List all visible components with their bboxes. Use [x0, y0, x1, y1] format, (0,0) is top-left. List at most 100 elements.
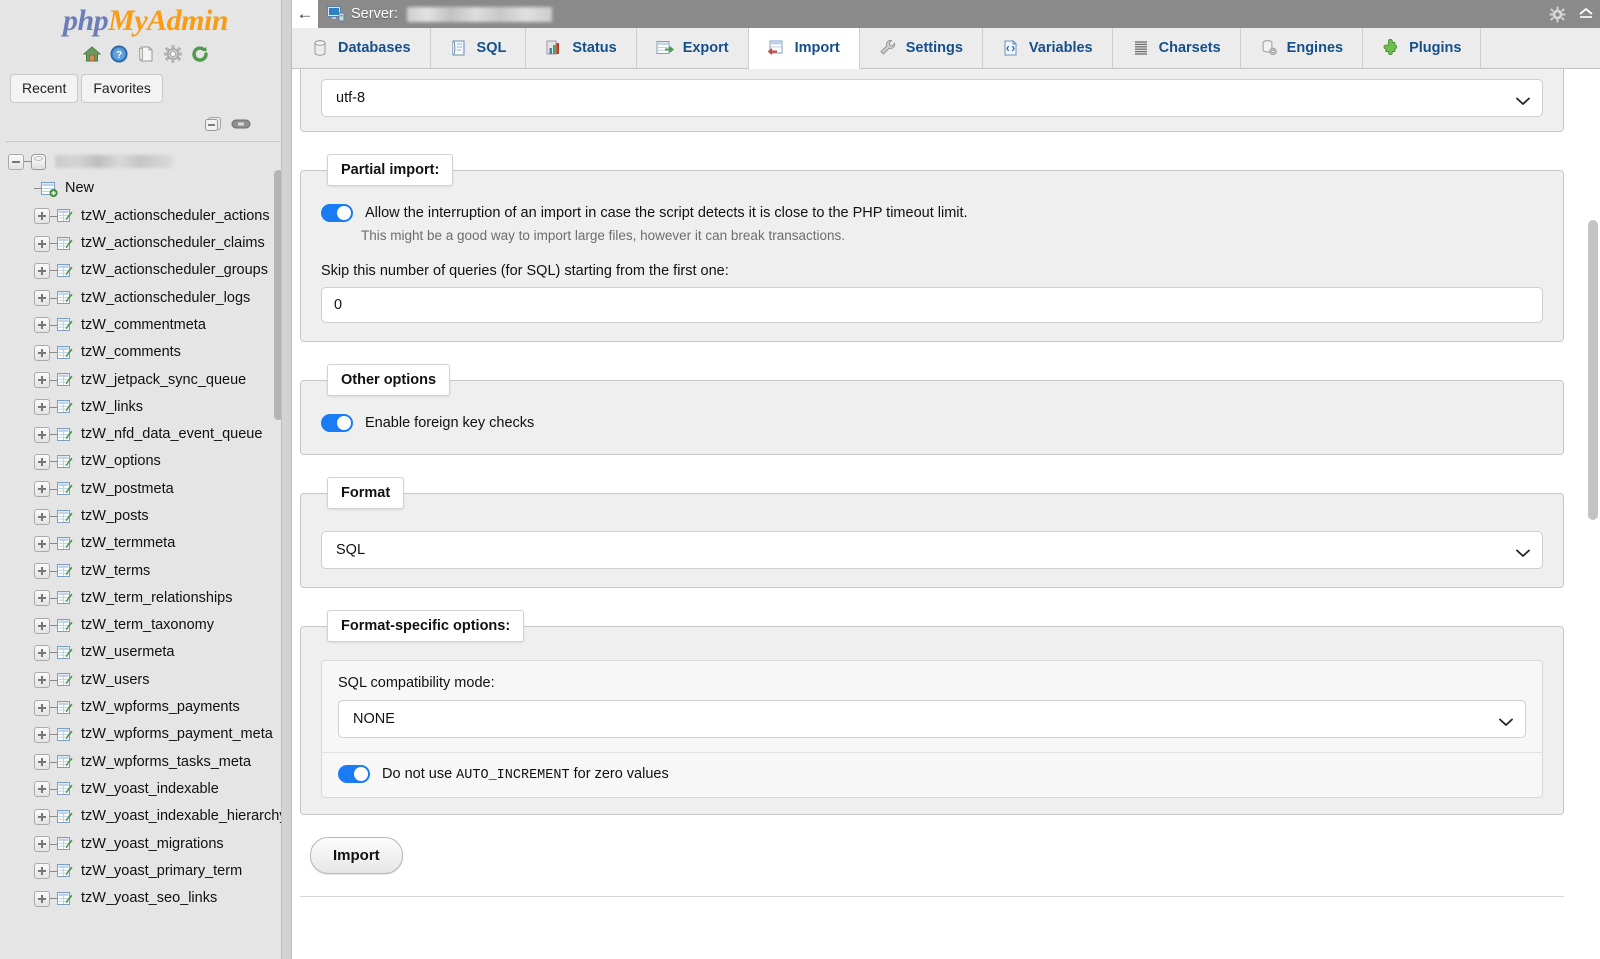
tree-row-table[interactable]: tzW_actionscheduler_actions [8, 203, 291, 230]
refresh-icon[interactable] [191, 45, 209, 63]
settings-gear-icon[interactable] [1549, 6, 1566, 23]
tree-label-table[interactable]: tzW_commentmeta [81, 317, 206, 334]
expand-table-toggle[interactable] [34, 208, 50, 225]
tree-label-table[interactable]: tzW_actionscheduler_logs [81, 290, 250, 307]
skip-queries-input[interactable]: 0 [321, 287, 1543, 323]
tab-databases[interactable]: Databases [292, 28, 431, 68]
expand-table-toggle[interactable] [34, 453, 50, 470]
tree-row-table[interactable]: tzW_links [8, 394, 291, 421]
tree-row-table[interactable]: tzW_nfd_data_event_queue [8, 421, 291, 448]
tree-label-table[interactable]: tzW_wpforms_payments [81, 699, 240, 716]
help-icon[interactable]: ? [110, 45, 128, 63]
tree-label-table[interactable]: tzW_nfd_data_event_queue [81, 426, 262, 443]
tree-row-table[interactable]: tzW_yoast_indexable [8, 776, 291, 803]
back-button[interactable]: ← [292, 0, 318, 28]
expand-table-toggle[interactable] [34, 426, 50, 443]
tree-label-table[interactable]: tzW_jetpack_sync_queue [81, 372, 246, 389]
expand-table-toggle[interactable] [34, 399, 50, 416]
tree-row-table[interactable]: tzW_yoast_primary_term [8, 858, 291, 885]
tree-label-table[interactable]: tzW_postmeta [81, 481, 174, 498]
tree-label-new[interactable]: New [65, 180, 94, 197]
home-icon[interactable] [82, 45, 101, 63]
allow-interruption-toggle[interactable] [321, 204, 353, 222]
expand-table-toggle[interactable] [34, 481, 50, 498]
tree-row-table[interactable]: tzW_actionscheduler_groups [8, 257, 291, 284]
tree-label-table[interactable]: tzW_yoast_migrations [81, 836, 224, 853]
expand-table-toggle[interactable] [34, 563, 50, 580]
expand-table-toggle[interactable] [34, 781, 50, 798]
tree-row-table[interactable]: tzW_postmeta [8, 476, 291, 503]
tree-row-table[interactable]: tzW_term_relationships [8, 585, 291, 612]
tree-row-table[interactable]: tzW_wpforms_payment_meta [8, 721, 291, 748]
expand-table-toggle[interactable] [34, 317, 50, 334]
main-scrollbar-thumb[interactable] [1588, 220, 1598, 520]
tab-engines[interactable]: Engines [1240, 28, 1364, 68]
expand-table-toggle[interactable] [34, 754, 50, 771]
phpmyadmin-logo[interactable]: phpMyAdmin [0, 0, 291, 40]
tab-import[interactable]: Import [748, 28, 860, 69]
expand-table-toggle[interactable] [34, 290, 50, 307]
link-with-main-panel-icon[interactable] [231, 117, 251, 134]
tree-row-table[interactable]: tzW_jetpack_sync_queue [8, 366, 291, 393]
tree-label-table[interactable]: tzW_term_relationships [81, 590, 233, 607]
tree-row-new[interactable]: New [8, 175, 291, 202]
tree-label-table[interactable]: tzW_terms [81, 563, 150, 580]
import-button[interactable]: Import [310, 837, 403, 874]
expand-table-toggle[interactable] [34, 590, 50, 607]
tab-export[interactable]: Export [636, 28, 749, 68]
tree-label-table[interactable]: tzW_actionscheduler_actions [81, 208, 270, 225]
expand-table-toggle[interactable] [34, 699, 50, 716]
main-scrollbar[interactable] [1588, 70, 1598, 957]
tree-row-table[interactable]: tzW_comments [8, 339, 291, 366]
tab-sql[interactable]: SQL [430, 28, 527, 68]
sql-compatibility-select[interactable]: NONE [338, 700, 1526, 738]
tree-label-table[interactable]: tzW_wpforms_tasks_meta [81, 754, 251, 771]
tab-charsets[interactable]: Charsets [1112, 28, 1241, 68]
tree-row-table[interactable]: tzW_yoast_seo_links [8, 885, 291, 912]
tree-row-table[interactable]: tzW_term_taxonomy [8, 612, 291, 639]
expand-table-toggle[interactable] [34, 890, 50, 907]
tree-row-table[interactable]: tzW_users [8, 667, 291, 694]
tree-row-table[interactable]: tzW_wpforms_tasks_meta [8, 749, 291, 776]
expand-table-toggle[interactable] [34, 617, 50, 634]
tree-label-table[interactable]: tzW_yoast_primary_term [81, 863, 242, 880]
expand-table-toggle[interactable] [34, 644, 50, 661]
tree-label-table[interactable]: tzW_options [81, 453, 161, 470]
tree-label-table[interactable]: tzW_yoast_indexable_hierarchy [81, 808, 287, 825]
expand-table-toggle[interactable] [34, 235, 50, 252]
expand-table-toggle[interactable] [34, 726, 50, 743]
tab-settings[interactable]: Settings [859, 28, 983, 68]
tree-label-table[interactable]: tzW_actionscheduler_claims [81, 235, 265, 252]
collapse-all-icon[interactable] [204, 115, 223, 136]
tree-label-table[interactable]: tzW_users [81, 672, 150, 689]
tree-row-table[interactable]: tzW_wpforms_payments [8, 694, 291, 721]
tree-row-database[interactable] [8, 148, 291, 175]
tab-recent[interactable]: Recent [10, 74, 79, 103]
tree-row-table[interactable]: tzW_commentmeta [8, 312, 291, 339]
documentation-icon[interactable] [137, 45, 155, 63]
tab-variables[interactable]: Variables [982, 28, 1113, 68]
tree-label-table[interactable]: tzW_links [81, 399, 143, 416]
expand-table-toggle[interactable] [34, 863, 50, 880]
auto-increment-toggle[interactable] [338, 765, 370, 783]
tree-label-table[interactable]: tzW_usermeta [81, 644, 174, 661]
expand-table-toggle[interactable] [34, 672, 50, 689]
tree-row-table[interactable]: tzW_posts [8, 503, 291, 530]
tree-label-table[interactable]: tzW_term_taxonomy [81, 617, 214, 634]
settings-gear-icon[interactable] [163, 45, 182, 63]
collapse-database-toggle[interactable] [8, 153, 24, 170]
tree-row-table[interactable]: tzW_termmeta [8, 530, 291, 557]
tree-row-table[interactable]: tzW_actionscheduler_claims [8, 230, 291, 257]
tree-row-table[interactable]: tzW_options [8, 448, 291, 475]
tree-row-table[interactable]: tzW_actionscheduler_logs [8, 284, 291, 311]
expand-table-toggle[interactable] [34, 372, 50, 389]
tab-plugins[interactable]: Plugins [1363, 28, 1482, 68]
tree-label-table[interactable]: tzW_yoast_seo_links [81, 890, 217, 907]
format-select[interactable]: SQL [321, 531, 1543, 569]
collapse-icon[interactable] [1578, 6, 1594, 23]
tab-status[interactable]: Status [526, 28, 637, 68]
tree-label-table[interactable]: tzW_yoast_indexable [81, 781, 219, 798]
tab-favorites[interactable]: Favorites [81, 74, 163, 103]
expand-table-toggle[interactable] [34, 344, 50, 361]
expand-table-toggle[interactable] [34, 836, 50, 853]
